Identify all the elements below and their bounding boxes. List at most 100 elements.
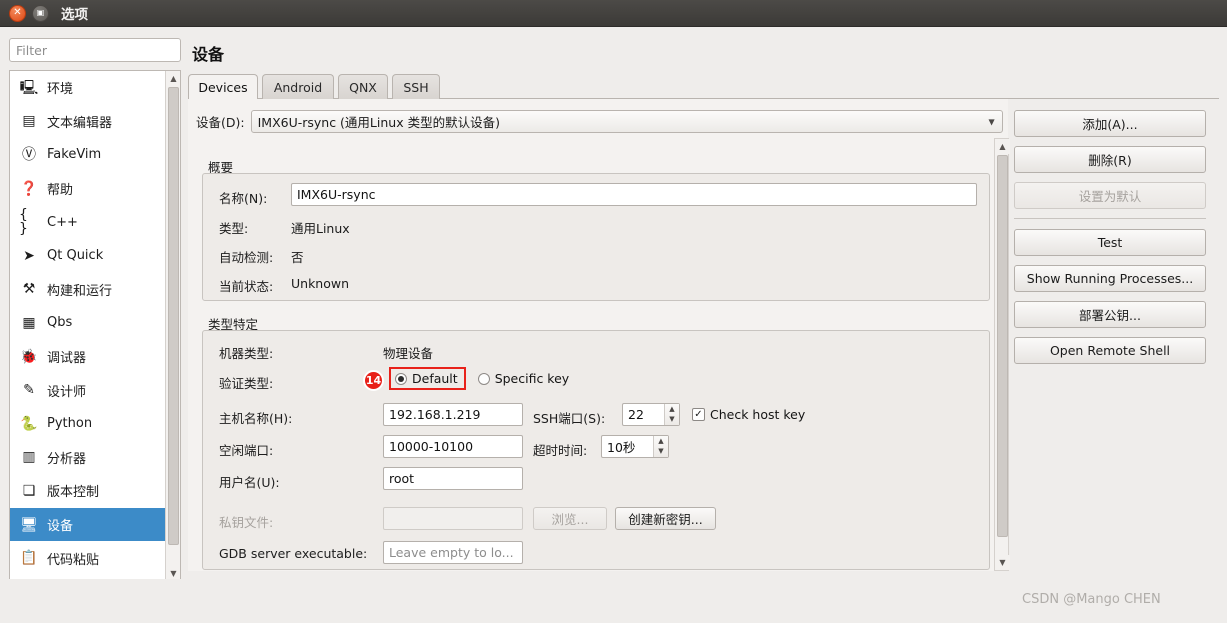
tab-qnx[interactable]: QNX [338, 74, 388, 99]
scroll-up-arrow-icon[interactable]: ▲ [995, 139, 1010, 154]
timeout-label: 超时时间: [533, 443, 588, 458]
timeout-value: 10秒 [607, 440, 636, 455]
sidebar-item-9[interactable]: 🐞 调试器 [10, 340, 167, 374]
ssh-port-value: 22 [628, 407, 644, 422]
device-selector-row: 设备(D): IMX6U-rsync (通用Linux 类型的默认设备) ▼ [196, 110, 1003, 133]
sidebar-scrollbar[interactable]: ▲ ▼ [165, 71, 180, 581]
sidebar-item-4[interactable]: ❓ 帮助 [10, 172, 167, 206]
stepper-down-icon: ▼ [669, 415, 675, 424]
radio-default-label: Default [412, 371, 458, 386]
tab-android[interactable]: Android [262, 74, 334, 99]
radio-specific-key[interactable]: Specific key [474, 369, 576, 388]
current-state-label: 当前状态: [219, 279, 274, 294]
sidebar-scroll-thumb[interactable] [168, 87, 179, 545]
free-ports-value: 10000-10100 [389, 439, 474, 454]
timeout-stepper[interactable]: ▲ ▼ [653, 436, 668, 457]
sidebar-item-label: 设计师 [47, 384, 87, 400]
sidebar-item-8[interactable]: ▦ Qbs [10, 306, 167, 340]
type-specific-group: 机器类型: 物理设备 验证类型: Default Specific key 14… [202, 330, 990, 570]
sidebar-item-3[interactable]: Ⓥ FakeVim [10, 138, 167, 172]
sidebar-item-label: 分析器 [47, 451, 87, 467]
open-remote-shell-label: Open Remote Shell [1049, 343, 1171, 358]
check-host-key-row[interactable]: ✓ Check host key [692, 407, 805, 422]
sidebar-item-14[interactable]: 🖥 设备 [10, 507, 167, 542]
name-label: 名称(N): [219, 191, 268, 206]
ssh-port-label: SSH端口(S): [533, 411, 606, 426]
test-button[interactable]: Test [1014, 229, 1206, 256]
text-editor-icon: ▤ [22, 113, 36, 130]
set-as-default-button: 设置为默认 [1014, 182, 1206, 209]
radio-default[interactable]: Default [389, 367, 466, 390]
content-scroll-thumb[interactable] [997, 155, 1008, 537]
sidebar-item-1[interactable]: 🖳 环境 [10, 71, 167, 105]
device-select-value: IMX6U-rsync (通用Linux 类型的默认设备) [257, 115, 500, 130]
scroll-down-arrow-icon[interactable]: ▼ [995, 555, 1010, 570]
host-label: 主机名称(H): [219, 411, 293, 426]
sidebar-item-12[interactable]: ▥ 分析器 [10, 441, 167, 475]
maximize-icon[interactable]: ▣ [32, 4, 49, 22]
remove-device-label: 删除(R) [1088, 153, 1132, 168]
browse-label: 浏览... [551, 512, 589, 527]
scroll-up-arrow-icon[interactable]: ▲ [166, 71, 180, 86]
chevron-down-icon: ▼ [988, 117, 995, 126]
pencil-icon: ✎ [23, 382, 35, 399]
radio-default-indicator [395, 372, 407, 385]
sidebar-item-11[interactable]: 🐍 Python [10, 407, 167, 441]
remove-device-button[interactable]: 删除(R) [1014, 146, 1206, 173]
gdb-server-input[interactable]: Leave empty to lo... [383, 541, 523, 564]
device-name-value: IMX6U-rsync [297, 187, 376, 202]
device-select[interactable]: IMX6U-rsync (通用Linux 类型的默认设备) ▼ [250, 110, 1003, 133]
username-value: root [389, 471, 415, 486]
sidebar-item-7[interactable]: ⚒ 构建和运行 [10, 273, 167, 307]
ssh-port-input[interactable]: 22 ▲ ▼ [622, 403, 680, 426]
annotation-badge-14: 14 [363, 370, 384, 391]
free-ports-label: 空闲端口: [219, 443, 274, 458]
test-label: Test [1097, 235, 1123, 250]
sidebar-item-13[interactable]: ❏ 版本控制 [10, 474, 167, 508]
host-value: 192.168.1.219 [389, 407, 481, 422]
host-input[interactable]: 192.168.1.219 [383, 403, 523, 426]
divider [1014, 218, 1206, 219]
tab-devices[interactable]: Devices [188, 74, 258, 100]
sidebar-item-6[interactable]: ➤ Qt Quick [10, 239, 167, 273]
free-ports-input[interactable]: 10000-10100 [383, 435, 523, 458]
auth-type-radio-group: Default Specific key [389, 367, 575, 390]
tab-ssh[interactable]: SSH [392, 74, 440, 99]
filter-input[interactable]: Filter [9, 38, 181, 62]
sidebar-item-10[interactable]: ✎ 设计师 [10, 373, 167, 407]
sidebar-item-2[interactable]: ▤ 文本编辑器 [10, 105, 167, 139]
ssh-port-stepper[interactable]: ▲ ▼ [664, 404, 679, 425]
gdb-server-label: GDB server executable: [219, 546, 368, 561]
title-bar: ✕ ▣ 选项 [0, 0, 1227, 27]
tab-ssh-label: SSH [403, 79, 429, 95]
sidebar-item-label: Qt Quick [47, 248, 104, 264]
check-host-key-checkbox[interactable]: ✓ [692, 408, 705, 421]
sidebar-item-15[interactable]: 📋 代码粘贴 [10, 541, 167, 575]
tab-bar: Devices Android QNX SSH [188, 74, 1219, 100]
close-icon[interactable]: ✕ [9, 4, 26, 22]
create-new-key-button[interactable]: 创建新密钥... [615, 507, 716, 530]
timeout-input[interactable]: 10秒 ▲ ▼ [601, 435, 669, 458]
autodetect-value: 否 [291, 250, 304, 265]
show-running-processes-label: Show Running Processes... [1026, 271, 1194, 286]
private-key-label: 私钥文件: [219, 515, 274, 530]
device-name-input[interactable]: IMX6U-rsync [291, 183, 977, 206]
stepper-down-icon: ▼ [658, 447, 664, 456]
add-device-button[interactable]: 添加(A)... [1014, 110, 1206, 137]
show-running-processes-button[interactable]: Show Running Processes... [1014, 265, 1206, 292]
settings-category-list[interactable]: ⛭Kits🖳环境▤文本编辑器ⓋFakeVim❓帮助{ }C++➤Qt Quick… [9, 70, 181, 582]
username-input[interactable]: root [383, 467, 523, 490]
help-icon: ❓ [20, 180, 38, 197]
options-dialog: ✕ ▣ 选项 Filter ⛭Kits🖳环境▤文本编辑器ⓋFakeVim❓帮助{… [0, 0, 1227, 623]
sidebar-item-label: 版本控制 [47, 485, 100, 501]
autodetect-label: 自动检测: [219, 250, 274, 265]
summary-group: 名称(N): IMX6U-rsync 类型: 通用Linux 自动检测: 否 当… [202, 173, 990, 301]
devices-icon: 🖥 [20, 516, 38, 533]
deploy-public-key-button[interactable]: 部署公钥... [1014, 301, 1206, 328]
radio-specific-key-indicator [477, 372, 490, 385]
tab-qnx-label: QNX [349, 79, 377, 95]
open-remote-shell-button[interactable]: Open Remote Shell [1014, 337, 1206, 364]
sidebar-item-5[interactable]: { } C++ [10, 205, 167, 239]
page-title: 设备 [192, 45, 225, 64]
content-scrollbar[interactable]: ▲ ▼ [994, 138, 1010, 571]
